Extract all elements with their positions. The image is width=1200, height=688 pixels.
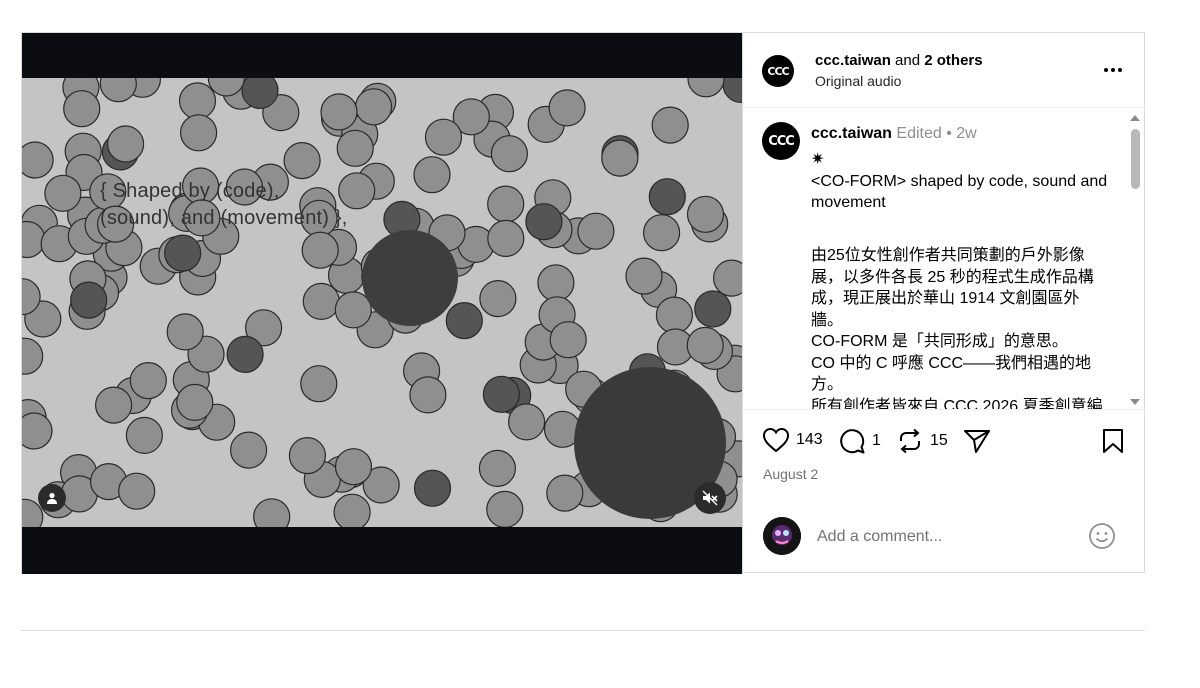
caption-section: CCC ccc.taiwan Edited • 2w ✷ <CO-FORM> s…	[743, 109, 1146, 409]
scroll-thumb[interactable]	[1131, 129, 1140, 189]
post-date[interactable]: August 2	[763, 466, 818, 482]
post-sidebar: CCC ccc.taiwan and 2 others Original aud…	[742, 33, 1146, 574]
page-divider	[21, 630, 1145, 631]
repost-count[interactable]: 15	[930, 432, 948, 450]
caption-header: ccc.taiwan Edited • 2w	[811, 125, 977, 143]
heart-icon	[762, 427, 790, 453]
scroll-down-arrow[interactable]	[1130, 399, 1140, 405]
speaker-muted-icon	[702, 490, 718, 506]
repost-button[interactable]: 15	[896, 427, 948, 455]
paper-plane-icon	[964, 430, 990, 453]
header-authors: ccc.taiwan and 2 others	[815, 52, 983, 69]
avatar-text: CCC	[767, 64, 789, 78]
smiley-icon	[1089, 523, 1115, 549]
separator-dot: •	[946, 125, 952, 142]
like-button[interactable]: 143	[762, 427, 823, 453]
caption-line: CO-FORM 是「共同形成」的意思。	[811, 333, 1068, 350]
user-avatar	[763, 517, 801, 555]
comment-count[interactable]: 1	[872, 432, 881, 450]
caption-username[interactable]: ccc.taiwan	[811, 125, 892, 142]
person-icon	[47, 492, 57, 504]
caption-line: ✷	[811, 151, 825, 168]
edited-label: Edited	[896, 125, 942, 142]
bookmark-icon	[1103, 429, 1123, 453]
audio-link[interactable]: Original audio	[815, 73, 901, 89]
action-bar: 143 1 15 August 2	[743, 409, 1146, 509]
caption-line: 由25位女性創作者共同策劃的戶外影像展，以多件各長 25 秒的程式生成作品構成，…	[811, 247, 1094, 329]
header-username[interactable]: ccc.taiwan	[815, 52, 891, 69]
media-panel: { Shaped by (code), (sound), and (moveme…	[22, 33, 742, 574]
more-dots-icon	[1104, 68, 1122, 72]
caption-text: ✷ <CO-FORM> shaped by code, sound and mo…	[811, 149, 1111, 409]
repost-icon	[900, 428, 920, 454]
header-others[interactable]: 2 others	[924, 52, 982, 69]
share-button[interactable]	[963, 427, 991, 455]
comment-form	[743, 509, 1146, 574]
caption-line: CO 中的 C 呼應 CCC——我們相遇的地方。	[811, 354, 1092, 394]
save-button[interactable]	[1101, 427, 1125, 455]
mute-button[interactable]	[694, 482, 726, 514]
overlay-line-2: (sound), and (movement) },	[100, 207, 348, 229]
post-card: { Shaped by (code), (sound), and (moveme…	[21, 32, 1146, 574]
caption-line: 所有創作者皆來自 CCC 2026 夏季創意編程課程，以 Larry Lo 為其…	[811, 397, 1103, 410]
more-options-button[interactable]	[1101, 58, 1125, 82]
header-and: and	[890, 52, 925, 69]
post-time[interactable]: 2w	[956, 125, 976, 142]
scroll-up-arrow[interactable]	[1130, 115, 1140, 121]
caption-line	[811, 214, 1111, 236]
account-avatar[interactable]: CCC	[762, 55, 794, 87]
user-avatar-image	[763, 517, 801, 555]
like-count[interactable]: 143	[796, 431, 823, 449]
comment-bubble-icon	[840, 429, 865, 454]
comment-button[interactable]: 1	[838, 427, 881, 455]
comment-input[interactable]	[817, 527, 1067, 547]
caption-scrollbar[interactable]	[1128, 113, 1142, 409]
caption-avatar-text: CCC	[768, 133, 795, 149]
overlay-line-1: { Shaped by (code),	[100, 180, 280, 202]
video-player[interactable]: { Shaped by (code), (sound), and (moveme…	[22, 78, 742, 527]
video-overlay-text: { Shaped by (code), (sound), and (moveme…	[100, 178, 348, 232]
post-header: CCC ccc.taiwan and 2 others Original aud…	[743, 33, 1146, 108]
emoji-button[interactable]	[1088, 522, 1116, 550]
caption-avatar[interactable]: CCC	[762, 122, 800, 160]
caption-line: <CO-FORM> shaped by code, sound and move…	[811, 172, 1108, 212]
video-frame	[22, 78, 742, 527]
tagged-users-button[interactable]	[38, 484, 66, 512]
